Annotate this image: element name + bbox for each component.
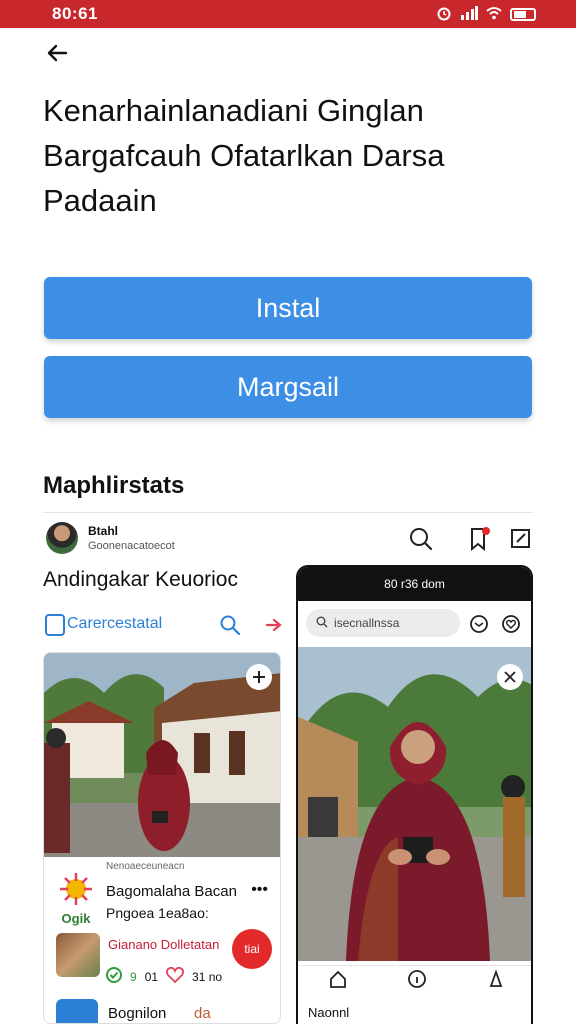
phone-search-input[interactable]: isecnallnssa [306, 609, 460, 637]
phone-username: Naonnl [308, 1005, 350, 1020]
profile-subtitle: Goonenacatoecot [88, 540, 175, 552]
secondary-action-button[interactable]: Margsail [44, 356, 532, 418]
post-card[interactable]: Ogik Nenoaeceuneacn Bagomalaha Bacan Png… [43, 652, 281, 1024]
phone-search-placeholder: isecnallnssa [334, 616, 400, 630]
stat-value-3: 31 no [192, 969, 223, 984]
heart-icon[interactable] [166, 966, 185, 986]
arrow-left-icon [47, 44, 68, 62]
post-subtitle: Pngoea 1ea8ao: [106, 905, 209, 921]
search-icon[interactable] [219, 614, 241, 641]
phone-photo[interactable] [298, 647, 531, 961]
phone-preview: 80 r36 dom isecnallnssa Naonnl [296, 565, 533, 1024]
signal-icon [460, 5, 478, 23]
search-icon [316, 616, 328, 631]
wifi-icon [486, 6, 502, 23]
stat-value-2: 01 [144, 969, 159, 984]
floating-action-button[interactable]: tiai [232, 929, 272, 969]
profile-row: Btahl Goonenacatoecot [46, 522, 536, 562]
profile-icon[interactable] [486, 969, 506, 994]
alarm-icon [436, 5, 452, 24]
brand-logo-icon: Ogik [60, 873, 92, 926]
app-logo-icon [45, 614, 65, 636]
divider [43, 512, 533, 513]
status-icons [436, 5, 536, 24]
bottom-label: Bognilon [108, 1005, 167, 1022]
section-heading: Maphlirstats [43, 472, 185, 499]
phone-status-bar: 80 r36 dom [298, 567, 531, 601]
install-button[interactable]: Instal [44, 277, 532, 339]
home-icon[interactable] [328, 969, 348, 994]
status-time: 80:61 [52, 4, 98, 23]
left-toolbar: Carercestatal [43, 612, 283, 640]
post-stats: 9 01 31 no [106, 966, 223, 986]
check-icon [106, 967, 122, 986]
brand-logo-text: Ogik [62, 911, 92, 926]
toolbar-label[interactable]: Carercestatal [67, 615, 162, 633]
left-heading: Andingakar Keuorioc [43, 568, 238, 591]
send-icon[interactable] [265, 616, 283, 639]
search-icon[interactable] [408, 526, 434, 552]
bookmark-icon[interactable] [466, 526, 492, 552]
edit-icon[interactable] [508, 526, 534, 552]
battery-icon [510, 7, 536, 21]
status-bar: 80:61 [0, 0, 576, 28]
bottom-number: da [194, 1005, 211, 1022]
info-icon[interactable] [407, 969, 427, 994]
back-button[interactable] [42, 38, 72, 68]
gallery-thumbnail[interactable] [56, 933, 100, 977]
profile-name: Btahl [88, 524, 118, 538]
gallery-label[interactable]: Gianano Dolletatan [108, 937, 219, 952]
phone-bottom-nav [298, 965, 531, 997]
app-icon[interactable] [56, 999, 98, 1023]
avatar[interactable] [46, 522, 78, 554]
heart-icon[interactable] [500, 613, 522, 640]
page-title: Kenarhainlanadiani Ginglan Bargafcauh Of… [43, 93, 445, 218]
post-caption-small: Nenoaeceuneacn [106, 861, 185, 872]
post-title: Bagomalaha Bacan [106, 883, 237, 900]
post-photo[interactable] [44, 653, 280, 857]
stat-value-1: 9 [130, 969, 137, 984]
more-options-icon[interactable]: ••• [251, 881, 268, 899]
chat-icon[interactable] [468, 613, 490, 640]
